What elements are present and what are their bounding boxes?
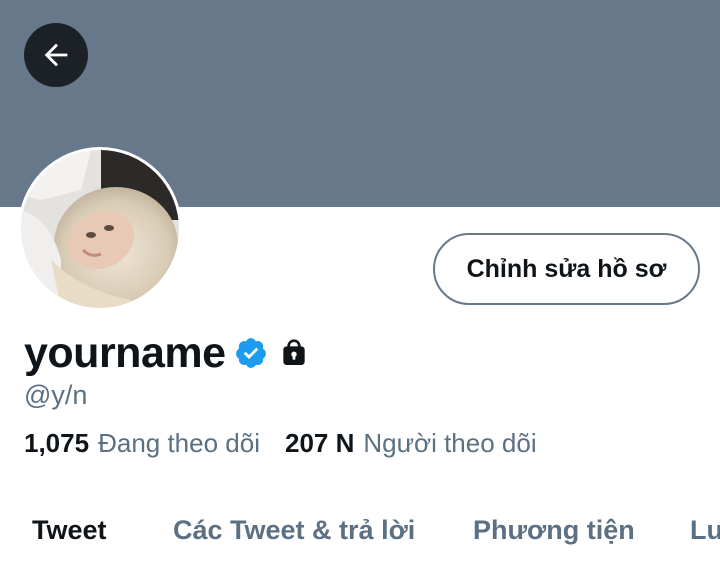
following-link[interactable]: 1,075 Đang theo dõi — [24, 428, 260, 459]
back-button[interactable] — [24, 23, 88, 87]
name-row: yourname — [24, 326, 310, 380]
tab-media[interactable]: Phương tiện — [473, 515, 635, 546]
followers-link[interactable]: 207 N Người theo dõi — [285, 428, 537, 459]
tab-likes[interactable]: Lượt thích — [690, 515, 720, 546]
edit-profile-label: Chỉnh sửa hồ sơ — [466, 254, 667, 283]
verified-badge-icon — [235, 338, 266, 368]
tab-tweets[interactable]: Tweet — [32, 515, 107, 546]
arrow-left-icon — [44, 43, 68, 67]
profile-tabs: Tweet Các Tweet & trả lời Phương tiện Lư… — [0, 515, 720, 565]
user-handle: @y/n — [24, 380, 88, 410]
profile-photo — [21, 150, 179, 308]
followers-count: 207 N — [284, 428, 355, 458]
tab-tweets-and-replies[interactable]: Các Tweet & trả lời — [173, 515, 415, 546]
edit-profile-button[interactable]: Chỉnh sửa hồ sơ — [433, 233, 700, 305]
following-label: Đang theo dõi — [98, 428, 260, 458]
profile-page: Chỉnh sửa hồ sơ yourname @y/n 1,075 Đang… — [0, 0, 720, 581]
lock-icon — [282, 339, 305, 365]
follow-stats: 1,075 Đang theo dõi 207 N Người theo dõi — [24, 428, 537, 459]
followers-label: Người theo dõi — [363, 428, 537, 458]
avatar[interactable] — [18, 147, 182, 311]
following-count: 1,075 — [24, 428, 90, 458]
display-name: yourname — [24, 328, 226, 377]
